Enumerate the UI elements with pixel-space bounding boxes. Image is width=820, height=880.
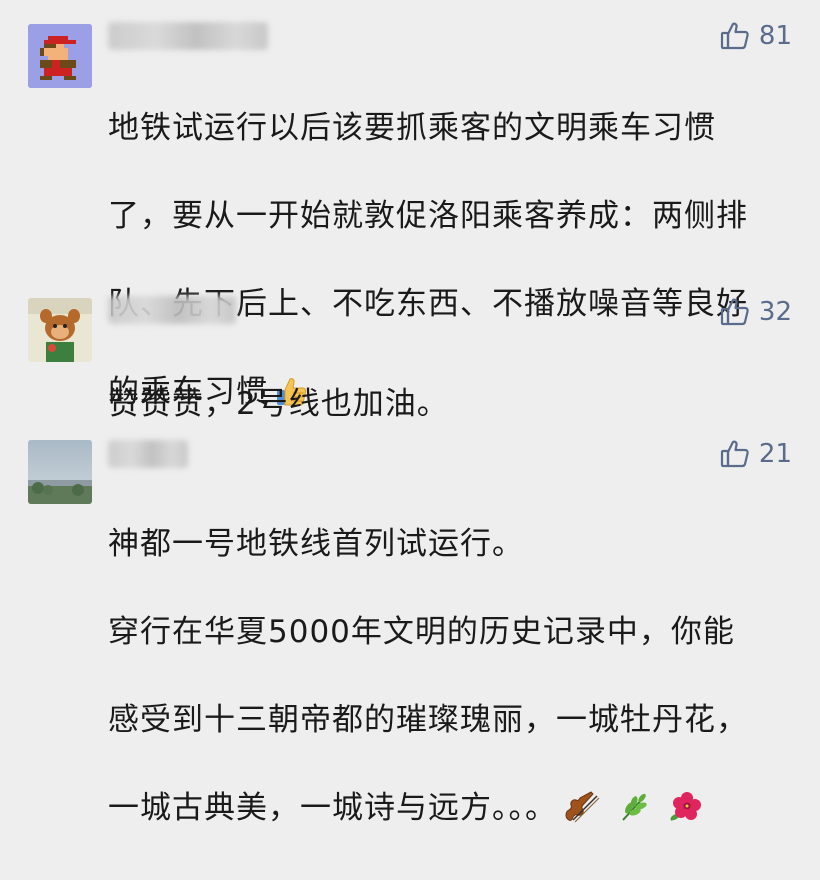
- thumbs-up-icon: [719, 438, 751, 470]
- like-button[interactable]: 32: [719, 296, 792, 328]
- comment-line-last: 一城古典美，一城诗与远方。。。: [108, 786, 798, 836]
- avatar[interactable]: [28, 24, 92, 88]
- comment-line: 神都一号地铁线首列试运行。: [108, 526, 524, 562]
- like-button[interactable]: 21: [719, 438, 792, 470]
- nickname-blurred[interactable]: [108, 440, 188, 468]
- violin-emoji: [563, 790, 601, 836]
- comment-text: 神都一号地铁线首列试运行。 穿行在华夏5000年文明的历史记录中，你能 感受到十…: [108, 478, 798, 880]
- comment-line: 了，要从一开始就敦促洛阳乘客养成：两侧排: [108, 198, 748, 234]
- hibiscus-emoji: [667, 790, 703, 836]
- like-count: 21: [758, 439, 792, 469]
- like-count: 81: [758, 21, 792, 51]
- avatar[interactable]: [28, 298, 92, 362]
- comment-line: 赞赞赞，2号线也加油。: [108, 386, 449, 422]
- like-count: 32: [758, 297, 792, 327]
- nickname-blurred[interactable]: [108, 22, 268, 50]
- herb-emoji: [617, 790, 651, 836]
- comment-text: 赞赞赞，2号线也加油。: [108, 338, 798, 470]
- comment-line: 穿行在华夏5000年文明的历史记录中，你能: [108, 614, 735, 650]
- comment-line: 一城古典美，一城诗与远方。。。: [108, 790, 557, 826]
- nickname-blurred[interactable]: [108, 296, 236, 324]
- thumbs-up-icon: [719, 296, 751, 328]
- comment-line: 地铁试运行以后该要抓乘客的文明乘车习惯: [108, 110, 716, 146]
- thumbs-up-icon: [719, 20, 751, 52]
- like-button[interactable]: 81: [719, 20, 792, 52]
- comment-line: 感受到十三朝帝都的璀璨瑰丽，一城牡丹花，: [108, 702, 748, 738]
- avatar[interactable]: [28, 440, 92, 504]
